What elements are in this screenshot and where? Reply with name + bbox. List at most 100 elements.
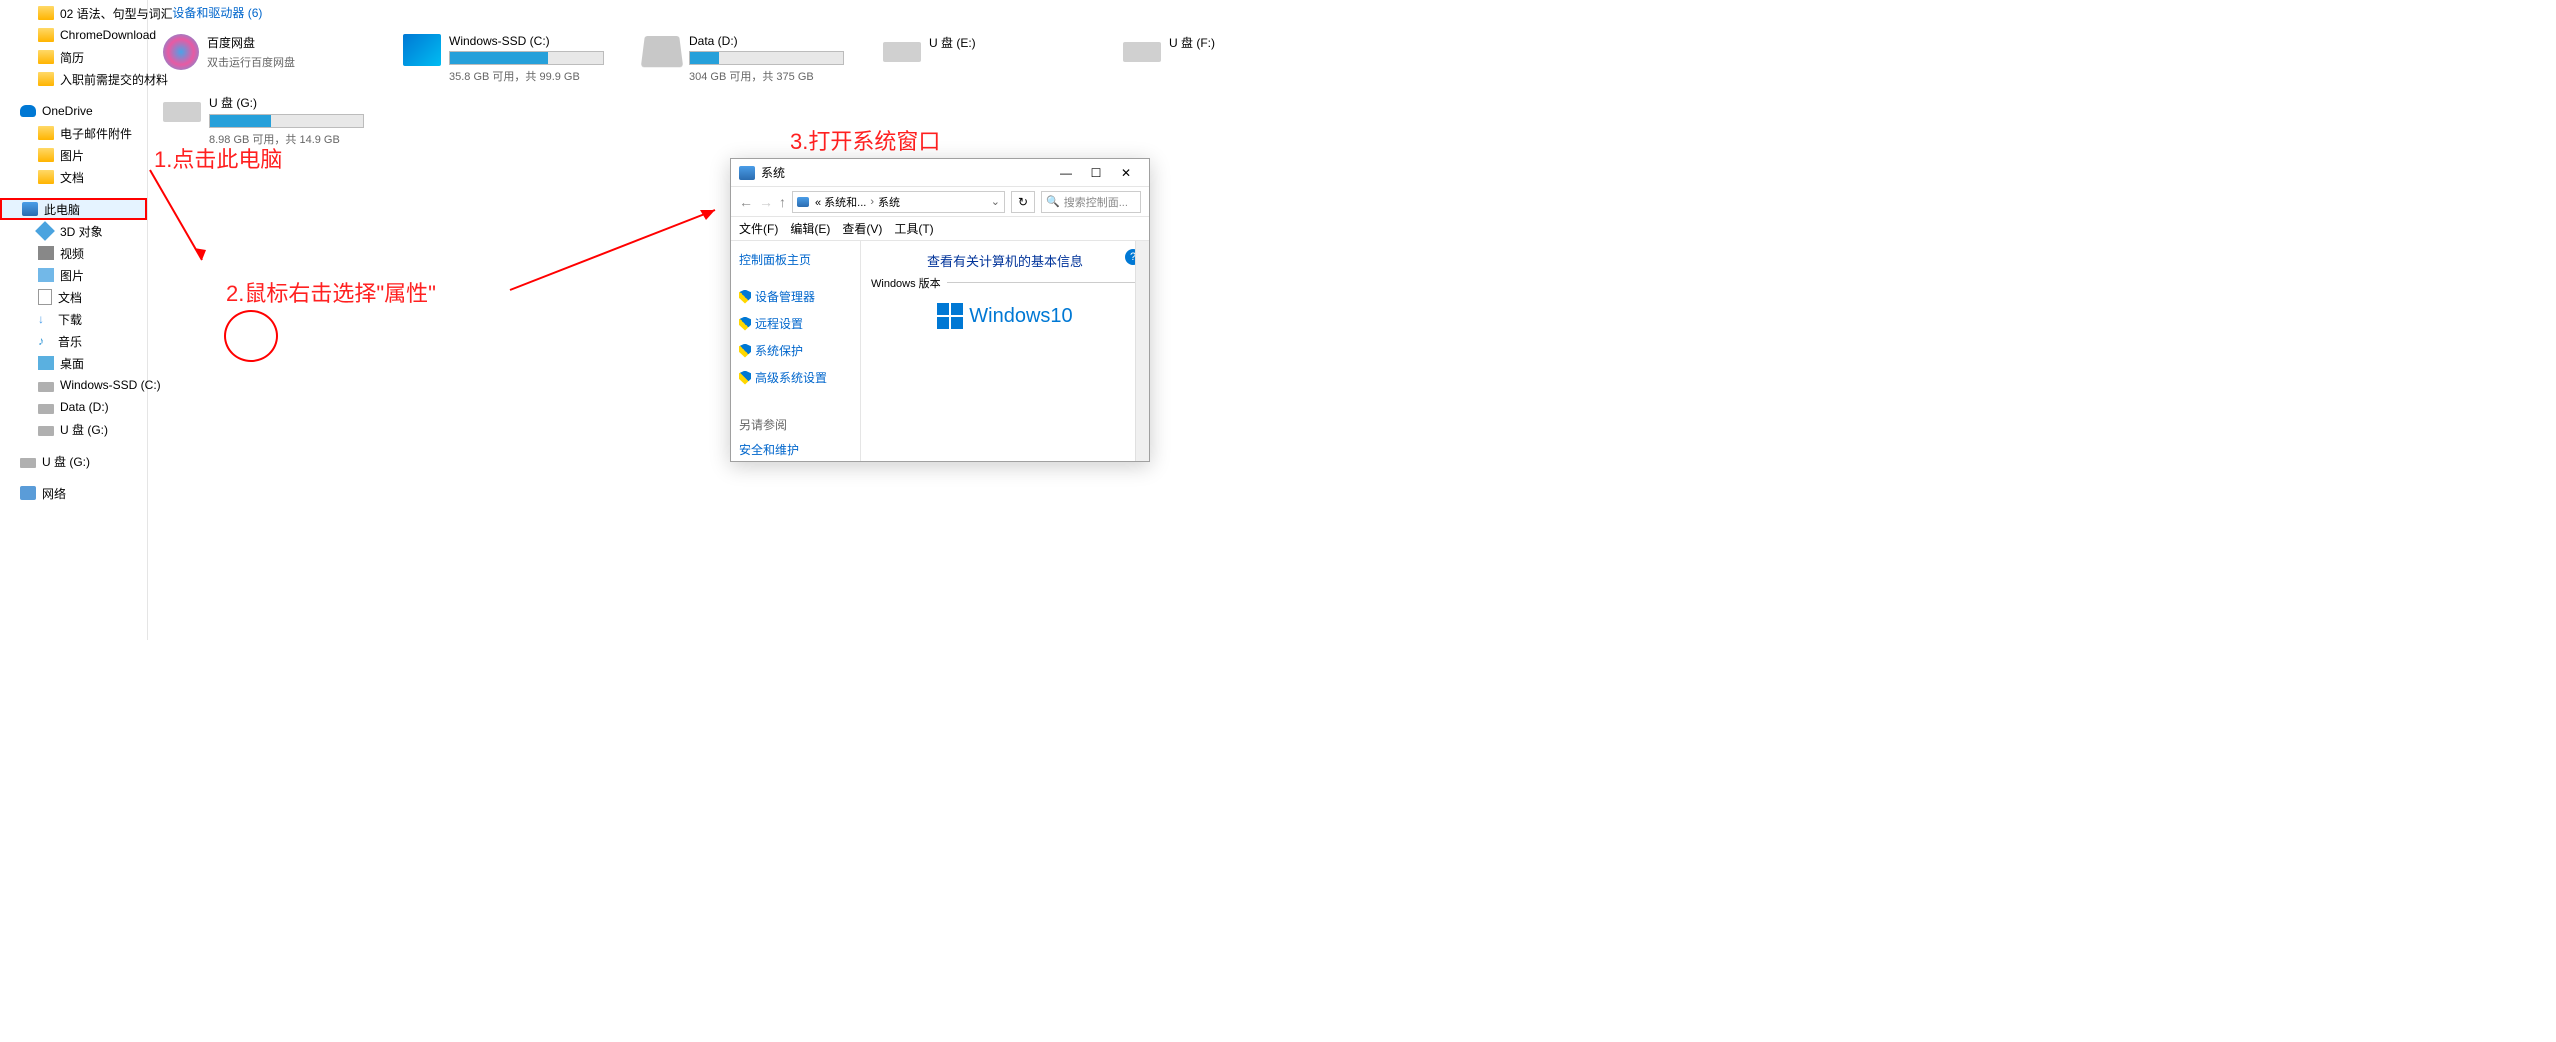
tree-pictures[interactable]: 图片: [0, 264, 147, 286]
tree-desktop[interactable]: 桌面: [0, 352, 147, 374]
tree-label: 文档: [58, 289, 82, 306]
tree-label: 图片: [60, 267, 84, 284]
breadcrumb: « 系统和...: [815, 194, 866, 210]
close-button[interactable]: ✕: [1111, 163, 1141, 183]
windows10-text: Windows10: [969, 305, 1072, 328]
drive-baidu[interactable]: 百度网盘 双击运行百度网盘: [163, 34, 393, 84]
folder-icon: [38, 6, 54, 20]
folder-icon: [38, 148, 54, 162]
shield-icon: [739, 344, 751, 358]
drive-d[interactable]: Data (D:) 304 GB 可用，共 375 GB: [643, 34, 873, 84]
tree-onedrive[interactable]: OneDrive: [0, 100, 147, 122]
tree-drive-d[interactable]: Data (D:): [0, 396, 147, 418]
drive-g[interactable]: U 盘 (G:) 8.98 GB 可用，共 14.9 GB: [163, 94, 393, 147]
search-placeholder: 搜索控制面...: [1064, 194, 1128, 210]
tree-label: 简历: [60, 49, 84, 66]
address-bar[interactable]: « 系统和... › 系统 ⌄: [792, 191, 1005, 213]
system-protection-link[interactable]: 系统保护: [739, 342, 852, 359]
annotation-arrow-1: [140, 160, 220, 280]
tree-folder[interactable]: ChromeDownload: [0, 24, 147, 46]
menu-tools[interactable]: 工具(T): [894, 220, 933, 237]
tree-documents[interactable]: 文档: [0, 286, 147, 308]
tree-videos[interactable]: 视频: [0, 242, 147, 264]
drive-usage-bar: [689, 51, 844, 65]
tree-label: ChromeDownload: [60, 28, 156, 42]
drive-usage-bar: [449, 51, 604, 65]
main-content: ⌄ 设备和驱动器 (6) 百度网盘 双击运行百度网盘 Windows-SSD (…: [158, 0, 1560, 147]
window-title: 系统: [761, 164, 1051, 181]
window-nav: ← → ↑ « 系统和... › 系统 ⌄ ↻ 🔍 搜索控制面...: [731, 187, 1149, 217]
tree-music[interactable]: 音乐: [0, 330, 147, 352]
tree-label: 视频: [60, 245, 84, 262]
security-maintenance-link[interactable]: 安全和维护: [739, 441, 852, 458]
tree-label: Data (D:): [60, 400, 109, 414]
section-label: 设备和驱动器 (6): [172, 4, 262, 21]
tree-label: 图片: [60, 147, 84, 164]
device-manager-link[interactable]: 设备管理器: [739, 288, 852, 305]
forward-button[interactable]: →: [759, 194, 773, 210]
tree-drive-c[interactable]: Windows-SSD (C:): [0, 374, 147, 396]
maximize-button[interactable]: ☐: [1081, 163, 1111, 183]
onedrive-icon: [20, 105, 36, 117]
search-input[interactable]: 🔍 搜索控制面...: [1041, 191, 1141, 213]
document-icon: [38, 289, 52, 305]
chevron-down-icon[interactable]: ⌄: [991, 195, 1000, 208]
folder-icon: [38, 50, 54, 64]
version-label: Windows 版本: [871, 275, 947, 291]
video-icon: [38, 246, 54, 260]
tree-folder[interactable]: 简历: [0, 46, 147, 68]
tree-folder[interactable]: 电子邮件附件: [0, 122, 147, 144]
remote-settings-link[interactable]: 远程设置: [739, 315, 852, 332]
tree-3d-objects[interactable]: 3D 对象: [0, 220, 147, 242]
minimize-button[interactable]: —: [1051, 163, 1081, 183]
tree-folder[interactable]: 文档: [0, 166, 147, 188]
folder-icon: [38, 72, 54, 86]
picture-icon: [38, 268, 54, 282]
tree-downloads[interactable]: 下载: [0, 308, 147, 330]
section-header[interactable]: ⌄ 设备和驱动器 (6): [158, 0, 1560, 24]
window-titlebar[interactable]: 系统 — ☐ ✕: [731, 159, 1149, 187]
menu-view[interactable]: 查看(V): [842, 220, 882, 237]
usb-icon: [883, 42, 921, 62]
navigation-sidebar: 02 语法、句型与词汇 ChromeDownload 简历 入职前需提交的材料 …: [0, 0, 148, 640]
system-sidebar: 控制面板主页 设备管理器 远程设置 系统保护 高级系统设置 另请参阅 安全和维护: [731, 241, 861, 461]
annotation-circle: [224, 310, 278, 362]
refresh-button[interactable]: ↻: [1011, 191, 1035, 213]
advanced-system-settings-link[interactable]: 高级系统设置: [739, 369, 852, 386]
control-panel-home-link[interactable]: 控制面板主页: [739, 251, 852, 268]
shield-icon: [739, 290, 751, 304]
see-also-label: 另请参阅: [739, 416, 852, 433]
pc-icon: [739, 166, 755, 180]
drive-f[interactable]: U 盘 (F:): [1123, 34, 1353, 84]
drive-e[interactable]: U 盘 (E:): [883, 34, 1113, 84]
drive-c[interactable]: Windows-SSD (C:) 35.8 GB 可用，共 99.9 GB: [403, 34, 633, 84]
drives-grid: 百度网盘 双击运行百度网盘 Windows-SSD (C:) 35.8 GB 可…: [158, 24, 1560, 147]
menu-file[interactable]: 文件(F): [739, 220, 778, 237]
tree-network[interactable]: 网络: [0, 482, 147, 504]
tree-folder[interactable]: 02 语法、句型与词汇: [0, 2, 147, 24]
up-button[interactable]: ↑: [779, 194, 786, 210]
drive-name: U 盘 (E:): [929, 34, 1113, 51]
tree-label: 文档: [60, 169, 84, 186]
tree-folder[interactable]: 入职前需提交的材料: [0, 68, 147, 90]
drive-name: U 盘 (F:): [1169, 34, 1353, 51]
back-button[interactable]: ←: [739, 194, 753, 210]
drive-usage-bar: [209, 114, 364, 128]
vertical-scrollbar[interactable]: [1135, 241, 1149, 461]
search-icon: 🔍: [1046, 195, 1060, 208]
tree-folder[interactable]: 图片: [0, 144, 147, 166]
tree-label: 02 语法、句型与词汇: [60, 5, 173, 22]
tree-label: 电子邮件附件: [60, 125, 132, 142]
tree-usb[interactable]: U 盘 (G:): [0, 450, 147, 472]
drive-icon: [20, 458, 36, 468]
chevron-down-icon: ⌄: [160, 7, 168, 18]
tree-this-pc[interactable]: 此电脑: [0, 198, 147, 220]
breadcrumb: 系统: [878, 194, 900, 210]
network-icon: [20, 486, 36, 500]
drive-name: Data (D:): [689, 34, 873, 48]
drive-name: 百度网盘: [207, 34, 393, 51]
menu-edit[interactable]: 编辑(E): [790, 220, 830, 237]
tree-label: 入职前需提交的材料: [60, 71, 168, 88]
desktop-icon: [38, 356, 54, 370]
tree-drive-g[interactable]: U 盘 (G:): [0, 418, 147, 440]
